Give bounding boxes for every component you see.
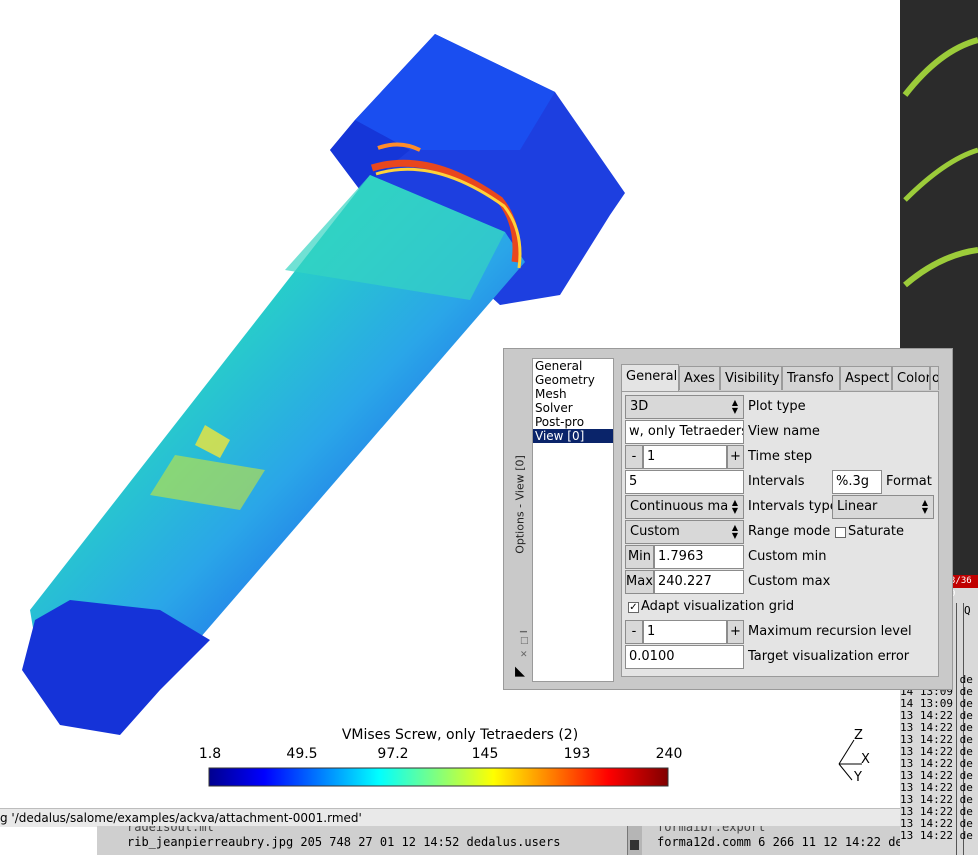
status-bar: g '/dedalus/salome/examples/ackva/attach… (0, 808, 900, 827)
restore-icon[interactable]: □ (520, 636, 529, 646)
tree-item-general[interactable]: General (533, 359, 613, 373)
min-button[interactable]: Min (625, 545, 654, 569)
options-title-bar: Options - View [0] ▁ □ ✕ ◣ (503, 348, 531, 690)
recursion-label: Maximum recursion level (748, 624, 912, 639)
intervals-input[interactable]: 5 (625, 470, 744, 494)
time-step-decrement-button[interactable]: - (625, 445, 643, 469)
colorbar-tick: 193 (563, 746, 591, 762)
time-step-label: Time step (748, 449, 813, 464)
scrollbar[interactable] (627, 826, 642, 855)
intervals-label: Intervals (748, 474, 805, 489)
plot-type-select[interactable]: 3D ▲ ▼ (625, 395, 744, 419)
time-step-input[interactable]: 1 (643, 445, 727, 469)
colorbar-tick: 49.5 (286, 746, 318, 762)
colorbar-tick: 97.2 (377, 746, 409, 762)
updown-arrow-icon: ▲ ▼ (921, 498, 929, 515)
axis-y-label: Y (854, 770, 862, 785)
plot-type-label: Plot type (748, 399, 806, 414)
format-label: Format (886, 474, 932, 489)
tab-transfo[interactable]: Transfo (782, 366, 840, 390)
intervals-type-label: Intervals type (748, 499, 838, 514)
updown-arrow-icon: ▲ ▼ (731, 398, 739, 415)
file-manager: radeisoul.ml formaibr.export rib_jeanpie… (97, 826, 900, 855)
tree-item-geometry[interactable]: Geometry (533, 373, 613, 387)
format-input[interactable]: %.3g (832, 470, 882, 494)
target-error-input[interactable]: 0.0100 (625, 645, 744, 669)
tab-visibility[interactable]: Visibility (720, 366, 782, 390)
custom-min-label: Custom min (748, 549, 827, 564)
file-row-partial: formaibr.export (657, 826, 766, 834)
tab-general[interactable]: General (621, 364, 679, 392)
tab-more[interactable]: o (930, 366, 939, 390)
colorbar-tick: 1.8 (198, 746, 222, 762)
saturate-label: Saturate (848, 524, 904, 539)
tab-color[interactable]: Color (892, 366, 930, 390)
tree-item-solver[interactable]: Solver (533, 401, 613, 415)
resize-grip-icon[interactable]: ◣ (515, 664, 525, 679)
adapt-grid-checkbox[interactable]: ✓ (628, 602, 639, 613)
updown-arrow-icon: ▲ ▼ (731, 523, 739, 540)
range-mode-select[interactable]: Custom ▲ ▼ (625, 520, 744, 544)
intervals-type-value: Linear (837, 499, 878, 514)
recursion-increment-button[interactable]: + (727, 620, 744, 644)
colorbar-title: VMises Screw, only Tetraeders (2) (341, 727, 579, 743)
terminal-header: Q (964, 604, 971, 617)
view-name-input[interactable]: w, only Tetraeders (625, 420, 744, 444)
adapt-grid-label: Adapt visualization grid (641, 599, 795, 614)
scroll-down-icon[interactable] (630, 840, 639, 850)
close-icon[interactable]: ✕ (520, 650, 528, 660)
terminal-row: 13 14:22 de (900, 829, 973, 842)
updown-arrow-icon: ▲ ▼ (731, 498, 739, 515)
custom-max-label: Custom max (748, 574, 831, 589)
range-mode-label: Range mode (748, 524, 831, 539)
options-tabs: General Axes Visibility Transfo Aspect C… (621, 364, 939, 392)
options-title: Options - View [0] (513, 455, 527, 554)
time-step-increment-button[interactable]: + (727, 445, 744, 469)
file-row[interactable]: forma12d.comm 6 266 11 12 14:22 dedalus (657, 835, 900, 849)
file-row[interactable]: rib_jeanpierreaubry.jpg 205 748 27 01 12… (127, 835, 560, 849)
view-name-label: View name (748, 424, 820, 439)
colorbar-tick: 240 (655, 746, 683, 762)
tab-aspect[interactable]: Aspect (840, 366, 892, 390)
intervals-mode-select[interactable]: Continuous ma ▲ ▼ (625, 495, 744, 519)
intervals-mode-value: Continuous ma (630, 499, 729, 514)
target-error-label: Target visualization error (748, 649, 910, 664)
minimize-icon[interactable]: ▁ (520, 623, 527, 633)
recursion-input[interactable]: 1 (643, 620, 727, 644)
tree-item-view-0[interactable]: View [0] (533, 429, 613, 443)
intervals-type-select[interactable]: Linear ▲ ▼ (832, 495, 934, 519)
custom-max-input[interactable]: 240.227 (654, 570, 744, 594)
axes-triad: Z X Y (832, 728, 892, 788)
tree-item-post-pro[interactable]: Post-pro (533, 415, 613, 429)
range-mode-value: Custom (630, 524, 680, 539)
saturate-checkbox[interactable] (835, 527, 846, 538)
plot-type-value: 3D (630, 399, 649, 414)
file-row-partial: radeisoul.ml (127, 826, 214, 834)
colorbar-tick: 145 (471, 746, 499, 762)
max-button[interactable]: Max (625, 570, 654, 594)
axis-z-label: Z (854, 728, 863, 743)
options-tree[interactable]: General Geometry Mesh Solver Post-pro Vi… (532, 358, 614, 682)
colorbar (208, 767, 669, 787)
custom-min-input[interactable]: 1.7963 (654, 545, 744, 569)
axis-x-label: X (861, 752, 870, 767)
tab-axes[interactable]: Axes (679, 366, 720, 390)
recursion-decrement-button[interactable]: - (625, 620, 643, 644)
tree-item-mesh[interactable]: Mesh (533, 387, 613, 401)
